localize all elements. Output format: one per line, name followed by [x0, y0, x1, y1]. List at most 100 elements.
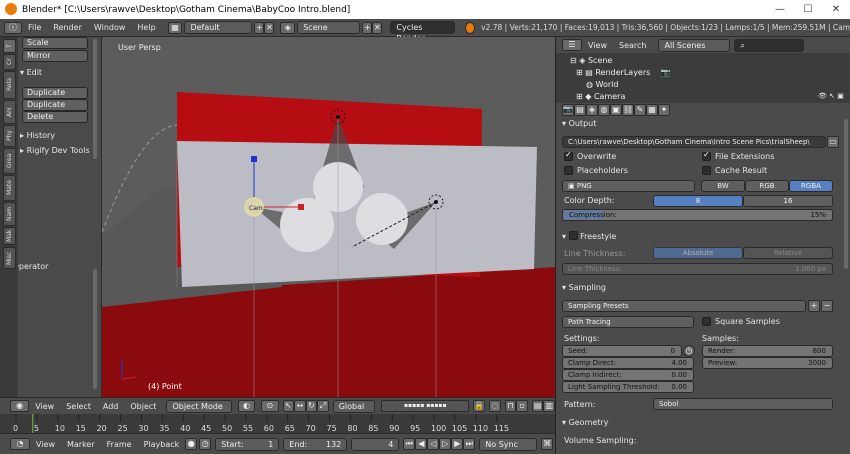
tab-tools[interactable]: T: [3, 39, 16, 53]
output-panel-header[interactable]: ▾ Output: [562, 119, 596, 128]
translate-icon[interactable]: ↔: [294, 400, 306, 412]
tab-make[interactable]: Mak: [3, 227, 16, 245]
tab-relations[interactable]: Rela: [3, 71, 16, 99]
menu-window[interactable]: Window: [94, 23, 126, 32]
mirror-button[interactable]: Mirror: [22, 50, 88, 62]
tab-animation[interactable]: Ani: [3, 100, 16, 124]
scene-tab-icon[interactable]: ◈: [586, 104, 598, 116]
clamp-direct-field[interactable]: Clamp Direct: 4.00: [562, 357, 694, 369]
screen-layout-select[interactable]: Default: [184, 21, 253, 34]
snap-icon[interactable]: ⊓: [504, 400, 517, 412]
compression-slider[interactable]: Compression: 15%: [562, 209, 833, 221]
pattern-select[interactable]: Sobol: [653, 398, 833, 410]
menu-view[interactable]: View: [35, 402, 54, 411]
remove-scene-icon[interactable]: ✕: [372, 21, 383, 34]
manipulator-icon[interactable]: ↖: [282, 400, 295, 412]
end-frame-field[interactable]: End: 132: [283, 437, 348, 451]
sync-mode-select[interactable]: No Sync: [479, 437, 538, 451]
gizmo-x-handle[interactable]: [298, 204, 304, 210]
outliner-editor-icon[interactable]: ☰: [562, 39, 582, 51]
preview-samples-field[interactable]: Preview: 3000: [702, 357, 833, 369]
menu-render[interactable]: Render: [53, 23, 81, 32]
outliner-item-camera[interactable]: ⊞ ◆ Camera: [576, 92, 625, 101]
clamp-indirect-field[interactable]: Clamp Indirect: 0.00: [562, 369, 694, 381]
transform-orientation-select[interactable]: Global: [332, 399, 376, 413]
view3d-editor-icon[interactable]: ◉: [10, 400, 30, 412]
play-reverse-icon[interactable]: ◁: [427, 438, 440, 450]
duplicate-linked-button[interactable]: Duplicate Linked: [22, 99, 88, 119]
rotate-icon[interactable]: ↻: [305, 400, 318, 412]
tab-misc[interactable]: Misc: [3, 247, 16, 269]
outliner-item-renderlayers[interactable]: ⊞ ▤ RenderLayers 📷: [576, 68, 671, 77]
jump-start-icon[interactable]: ⏮: [403, 438, 416, 450]
render-tab-icon[interactable]: 📷: [562, 104, 574, 116]
outliner-menu-view[interactable]: View: [588, 41, 607, 50]
cache-result-checkbox[interactable]: [702, 166, 711, 175]
integrator-select[interactable]: Path Tracing: [562, 316, 694, 328]
sampling-panel-header[interactable]: ▾ Sampling: [562, 283, 606, 292]
menu-object[interactable]: Object: [130, 402, 156, 411]
rigify-panel-header[interactable]: ▸ Rigify Dev Tools: [20, 146, 90, 155]
menu-frame[interactable]: Frame: [107, 440, 132, 449]
tab-create[interactable]: Cr: [3, 54, 16, 70]
placeholders-checkbox[interactable]: [564, 166, 573, 175]
line-thickness-field[interactable]: Line Thickness: 1.000 px: [562, 263, 833, 275]
seed-clock-icon[interactable]: ◷: [683, 345, 695, 357]
geometry-panel-header[interactable]: ▾ Geometry: [562, 418, 608, 427]
render-samples-field[interactable]: Render: 800: [702, 345, 833, 357]
add-preset-icon[interactable]: +: [808, 300, 820, 312]
menu-select[interactable]: Select: [66, 402, 91, 411]
timeline[interactable]: 0 5 10 15 20 25 30 35 40 45 50 55 60 65 70 75 80 85 90 95 10…: [0, 414, 555, 433]
next-keyframe-icon[interactable]: ▶: [451, 438, 464, 450]
preview-range-icon[interactable]: ◷: [199, 438, 212, 450]
prev-keyframe-icon[interactable]: ◀: [415, 438, 428, 450]
record-icon[interactable]: ●: [185, 438, 198, 450]
color-mode-rgba[interactable]: RGBA: [789, 180, 833, 192]
folder-icon[interactable]: ▭: [827, 136, 839, 148]
shading-icon[interactable]: ◐: [237, 400, 256, 412]
operator-scrollbar[interactable]: [93, 269, 97, 389]
layers-grid[interactable]: ▪▪▪▪▪ ▪▪▪▪▪: [381, 400, 470, 412]
snap-target-icon[interactable]: ▫: [516, 400, 528, 412]
toolshelf-scrollbar[interactable]: [93, 39, 97, 159]
viewport-scene[interactable]: Cam: [102, 37, 555, 397]
gizmo-z-handle[interactable]: [251, 156, 257, 162]
minimize-button[interactable]: —: [766, 0, 794, 19]
thickness-absolute[interactable]: Absolute: [653, 247, 743, 259]
render-icon[interactable]: ▤: [531, 400, 544, 412]
remove-layout-icon[interactable]: ✕: [264, 21, 275, 34]
color-depth-8[interactable]: 8: [653, 195, 743, 207]
scale-button[interactable]: Scale: [22, 37, 88, 49]
menu-add[interactable]: Add: [103, 402, 119, 411]
remove-preset-icon[interactable]: −: [821, 300, 833, 312]
render-anim-icon[interactable]: ▥: [543, 400, 555, 412]
seed-field[interactable]: Seed: 0: [562, 345, 682, 357]
add-layout-icon[interactable]: +: [254, 21, 265, 34]
3d-viewport[interactable]: Cam User Persp (4) Point: [102, 37, 555, 397]
pivot-icon[interactable]: ⊙: [261, 400, 279, 412]
file-extensions-checkbox[interactable]: [702, 150, 711, 161]
tab-physics[interactable]: Phy: [3, 125, 16, 147]
properties-scrollbar[interactable]: [844, 119, 848, 269]
outliner-item-world[interactable]: ◍ World: [586, 80, 618, 89]
lock-icon[interactable]: 🔒: [473, 400, 486, 412]
outliner-menu-search[interactable]: Search: [619, 41, 646, 50]
sphere-left[interactable]: [280, 198, 334, 252]
play-icon[interactable]: ▷: [439, 438, 452, 450]
freestyle-checkbox[interactable]: [568, 231, 578, 240]
sampling-presets-select[interactable]: Sampling Presets: [562, 300, 806, 312]
scene-icon[interactable]: ◈: [280, 21, 296, 34]
proportional-edit-icon[interactable]: ◌: [489, 400, 501, 412]
square-samples-checkbox[interactable]: [702, 317, 711, 326]
outliner-visibility-icons[interactable]: 👁 ↖ ▣: [818, 92, 844, 100]
particles-tab-icon[interactable]: ✦: [658, 104, 670, 116]
menu-file[interactable]: File: [28, 23, 41, 32]
delete-button[interactable]: Delete: [22, 111, 88, 123]
sphere-right[interactable]: [356, 193, 408, 245]
menu-help[interactable]: Help: [137, 23, 155, 32]
render-engine-select[interactable]: Cycles Render: [390, 21, 456, 43]
start-frame-field[interactable]: Start: 1: [215, 437, 280, 451]
data-tab-icon[interactable]: ✎: [634, 104, 646, 116]
tab-grease-pencil[interactable]: Grea: [3, 148, 16, 174]
layout-grid-icon[interactable]: ▦: [167, 21, 183, 34]
